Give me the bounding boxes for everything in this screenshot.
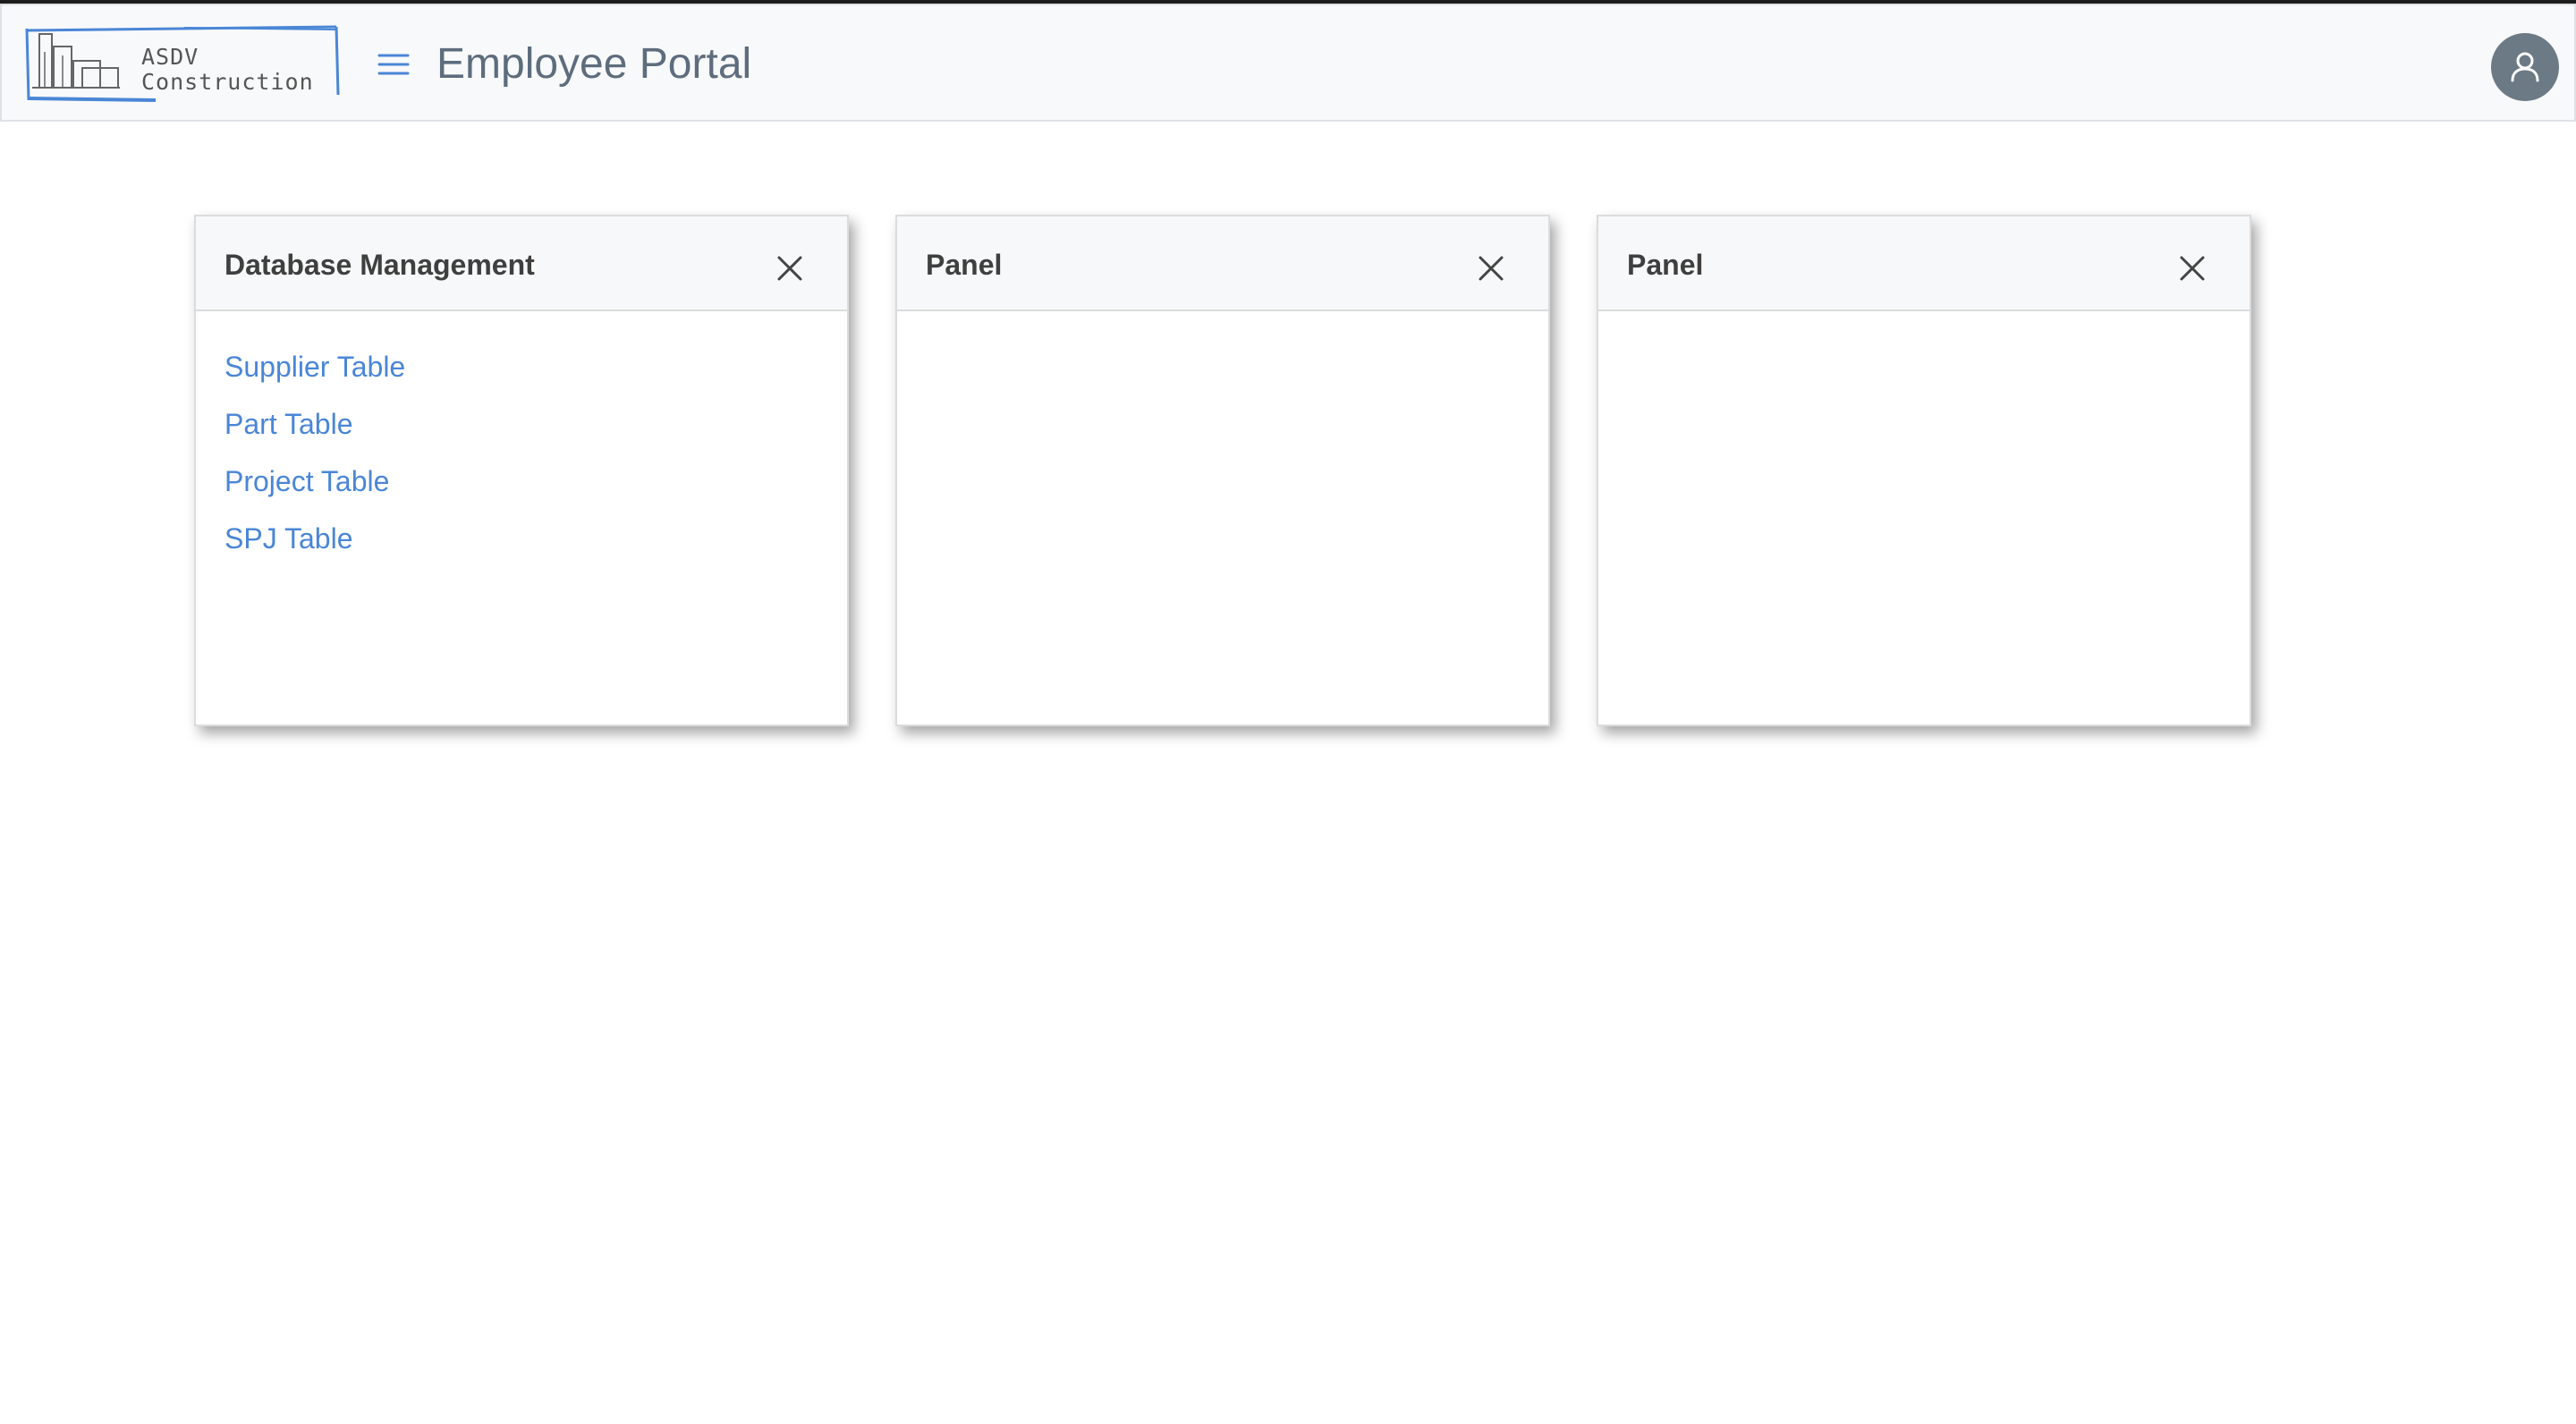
user-avatar-button[interactable] <box>2491 33 2559 101</box>
panel-3: Panel <box>1597 215 2251 726</box>
page-title: Employee Portal <box>436 40 752 88</box>
company-logo[interactable]: ASDV Construction <box>23 25 342 102</box>
panel-header: Panel <box>1598 216 2250 311</box>
close-icon <box>1479 256 1504 281</box>
part-table-link[interactable]: Part Table <box>225 406 405 463</box>
logo-line-2: Construction <box>141 69 314 95</box>
panel-title: Panel <box>1627 249 1704 281</box>
table-link-list: Supplier Table Part Table Project Table … <box>225 349 405 578</box>
panel-database-management: Database Management Supplier Table Part … <box>194 215 849 726</box>
top-navbar: ASDV Construction Employee Portal <box>0 4 2576 122</box>
panel-header: Panel <box>897 216 1548 311</box>
panel-body: Supplier Table Part Table Project Table … <box>196 311 847 725</box>
close-icon <box>777 256 802 281</box>
spj-table-link[interactable]: SPJ Table <box>225 521 405 578</box>
panel-body <box>897 311 1548 725</box>
panel-close-button[interactable] <box>2176 252 2208 284</box>
supplier-table-link[interactable]: Supplier Table <box>225 349 405 406</box>
page: ASDV Construction Employee Portal Databa… <box>0 0 2576 1424</box>
panel-close-button[interactable] <box>774 252 806 284</box>
project-table-link[interactable]: Project Table <box>225 463 405 521</box>
panel-close-button[interactable] <box>1475 252 1507 284</box>
hamburger-menu-button[interactable] <box>374 45 413 84</box>
close-icon <box>2180 256 2205 281</box>
hamburger-icon <box>377 54 410 75</box>
panel-title: Panel <box>926 249 1003 281</box>
panel-header: Database Management <box>196 216 847 311</box>
panel-body <box>1598 311 2250 725</box>
logo-text: ASDV Construction <box>141 45 314 95</box>
user-icon <box>2511 52 2539 82</box>
panel-title: Database Management <box>225 249 535 281</box>
logo-line-1: ASDV <box>141 44 199 70</box>
panel-2: Panel <box>895 215 1550 726</box>
